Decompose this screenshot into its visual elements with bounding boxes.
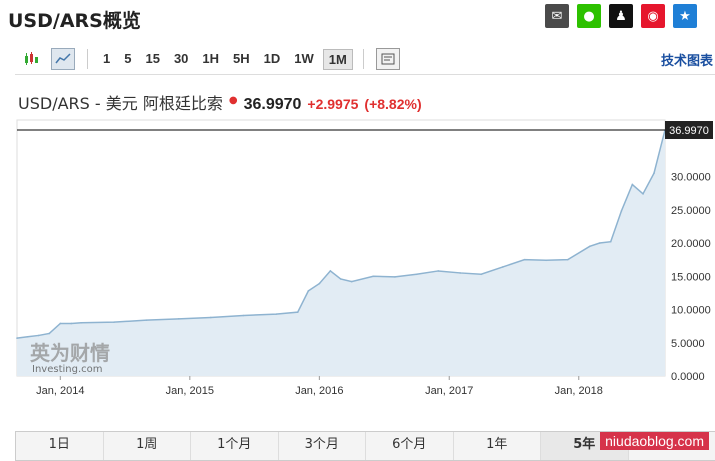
- brand-watermark-en: Investing.com: [32, 364, 103, 375]
- favorite-icon[interactable]: ★: [673, 4, 697, 28]
- data-point: [566, 258, 569, 261]
- data-point: [296, 311, 299, 313]
- line-chart-icon[interactable]: [51, 48, 75, 70]
- y-tick-label: 20.0000: [671, 238, 711, 250]
- x-tick-label: Jan, 2018: [555, 385, 603, 397]
- page-title: USD/ARS概览: [8, 10, 141, 32]
- data-point: [598, 242, 601, 244]
- y-tick-label: 10.0000: [671, 305, 711, 317]
- share-bar: ✉ ● ♟ ◉ ★: [545, 4, 697, 28]
- data-point: [545, 259, 547, 262]
- range-button[interactable]: 1日: [16, 432, 104, 460]
- x-tick-label: Jan, 2015: [166, 385, 214, 397]
- data-point: [653, 172, 655, 174]
- data-point: [588, 245, 591, 248]
- data-point: [113, 321, 115, 323]
- qq-icon[interactable]: ♟: [609, 4, 633, 28]
- data-point: [26, 335, 29, 338]
- data-point: [145, 319, 148, 321]
- range-button[interactable]: 1个月: [191, 432, 279, 460]
- data-point: [275, 313, 277, 315]
- data-point: [523, 258, 526, 261]
- data-point: [372, 275, 375, 278]
- data-point: [48, 332, 51, 335]
- data-point: [242, 314, 245, 317]
- data-point: [415, 273, 418, 276]
- data-point: [307, 290, 310, 292]
- range-button[interactable]: 1周: [104, 432, 191, 460]
- interval-1w-button[interactable]: 1W: [289, 49, 319, 70]
- x-tick-label: Jan, 2014: [36, 385, 84, 397]
- y-tick-label: 30.0000: [671, 172, 711, 184]
- live-dot-icon: ●: [228, 95, 238, 106]
- interval-5-button[interactable]: 5: [119, 49, 136, 70]
- tech-chart-link[interactable]: 技术图表: [661, 50, 713, 69]
- range-button[interactable]: 1年: [454, 432, 541, 460]
- toolbar-divider: [362, 49, 364, 69]
- brand-watermark-cn: 英为财情: [30, 341, 110, 365]
- data-point: [70, 322, 73, 325]
- range-button[interactable]: 6个月: [366, 432, 454, 460]
- interval-1d-button[interactable]: 1D: [259, 49, 286, 70]
- interval-1h-button[interactable]: 1H: [197, 49, 224, 70]
- range-button[interactable]: 3个月: [279, 432, 366, 460]
- weibo-icon[interactable]: ◉: [641, 4, 665, 28]
- y-tick-label: 0.0000: [671, 371, 705, 383]
- interval-5h-button[interactable]: 5H: [228, 49, 255, 70]
- data-point: [16, 337, 18, 339]
- data-point: [80, 322, 83, 324]
- interval-30-button[interactable]: 30: [169, 49, 193, 70]
- x-tick-label: Jan, 2017: [425, 385, 473, 397]
- chart-toolbar: 1 5 15 30 1H 5H 1D 1W 1M 技术图表: [15, 44, 715, 75]
- interval-15-button[interactable]: 15: [140, 49, 164, 70]
- email-icon[interactable]: ✉: [545, 4, 569, 28]
- data-point: [318, 282, 321, 285]
- panel-icon[interactable]: [375, 48, 400, 70]
- interval-1m-button[interactable]: 1M: [322, 48, 353, 70]
- data-point: [178, 318, 180, 320]
- toolbar-divider: [87, 49, 88, 69]
- price-chart[interactable]: 36.9970 0.0000 5.0000 10.0000 15.0000 20.0000…: [0, 110, 715, 410]
- data-point: [339, 278, 342, 280]
- data-point: [620, 210, 623, 212]
- data-point: [59, 322, 62, 325]
- blog-watermark: niudaoblog.com: [600, 432, 709, 450]
- data-point: [480, 273, 482, 276]
- data-point: [37, 334, 40, 337]
- data-point: [631, 183, 634, 186]
- data-point: [642, 193, 644, 195]
- x-tick-label: Jan, 2016: [295, 385, 343, 397]
- data-point: [394, 276, 396, 278]
- interval-1-button[interactable]: 1: [98, 49, 115, 70]
- data-point: [209, 316, 212, 319]
- y-tick-label: 5.0000: [671, 338, 705, 350]
- y-tick-label: 15.0000: [671, 271, 711, 283]
- data-point: [609, 240, 612, 243]
- wechat-icon[interactable]: ●: [577, 4, 601, 28]
- data-point: [350, 280, 353, 283]
- data-point: [459, 272, 462, 274]
- data-point: [329, 270, 332, 272]
- y-tick-label: 25.0000: [671, 205, 711, 217]
- last-price-label: 36.9970: [669, 125, 709, 137]
- data-point: [502, 266, 504, 268]
- candlestick-icon[interactable]: [19, 48, 43, 70]
- data-point: [437, 270, 440, 272]
